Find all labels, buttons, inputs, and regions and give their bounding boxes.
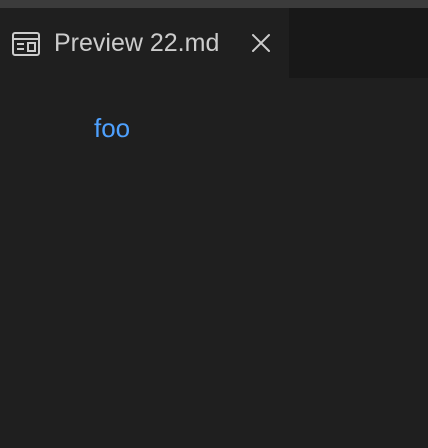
preview-icon (12, 32, 40, 56)
tab-label: Preview 22.md (54, 29, 220, 57)
title-bar-strip (0, 0, 428, 8)
markdown-preview: foo (0, 78, 428, 448)
close-icon[interactable] (248, 30, 274, 56)
tab-preview[interactable]: Preview 22.md (0, 8, 289, 78)
editor-window: Preview 22.md foo (0, 0, 428, 448)
editor-tab-bar: Preview 22.md (0, 8, 428, 78)
preview-link[interactable]: foo (94, 112, 130, 144)
